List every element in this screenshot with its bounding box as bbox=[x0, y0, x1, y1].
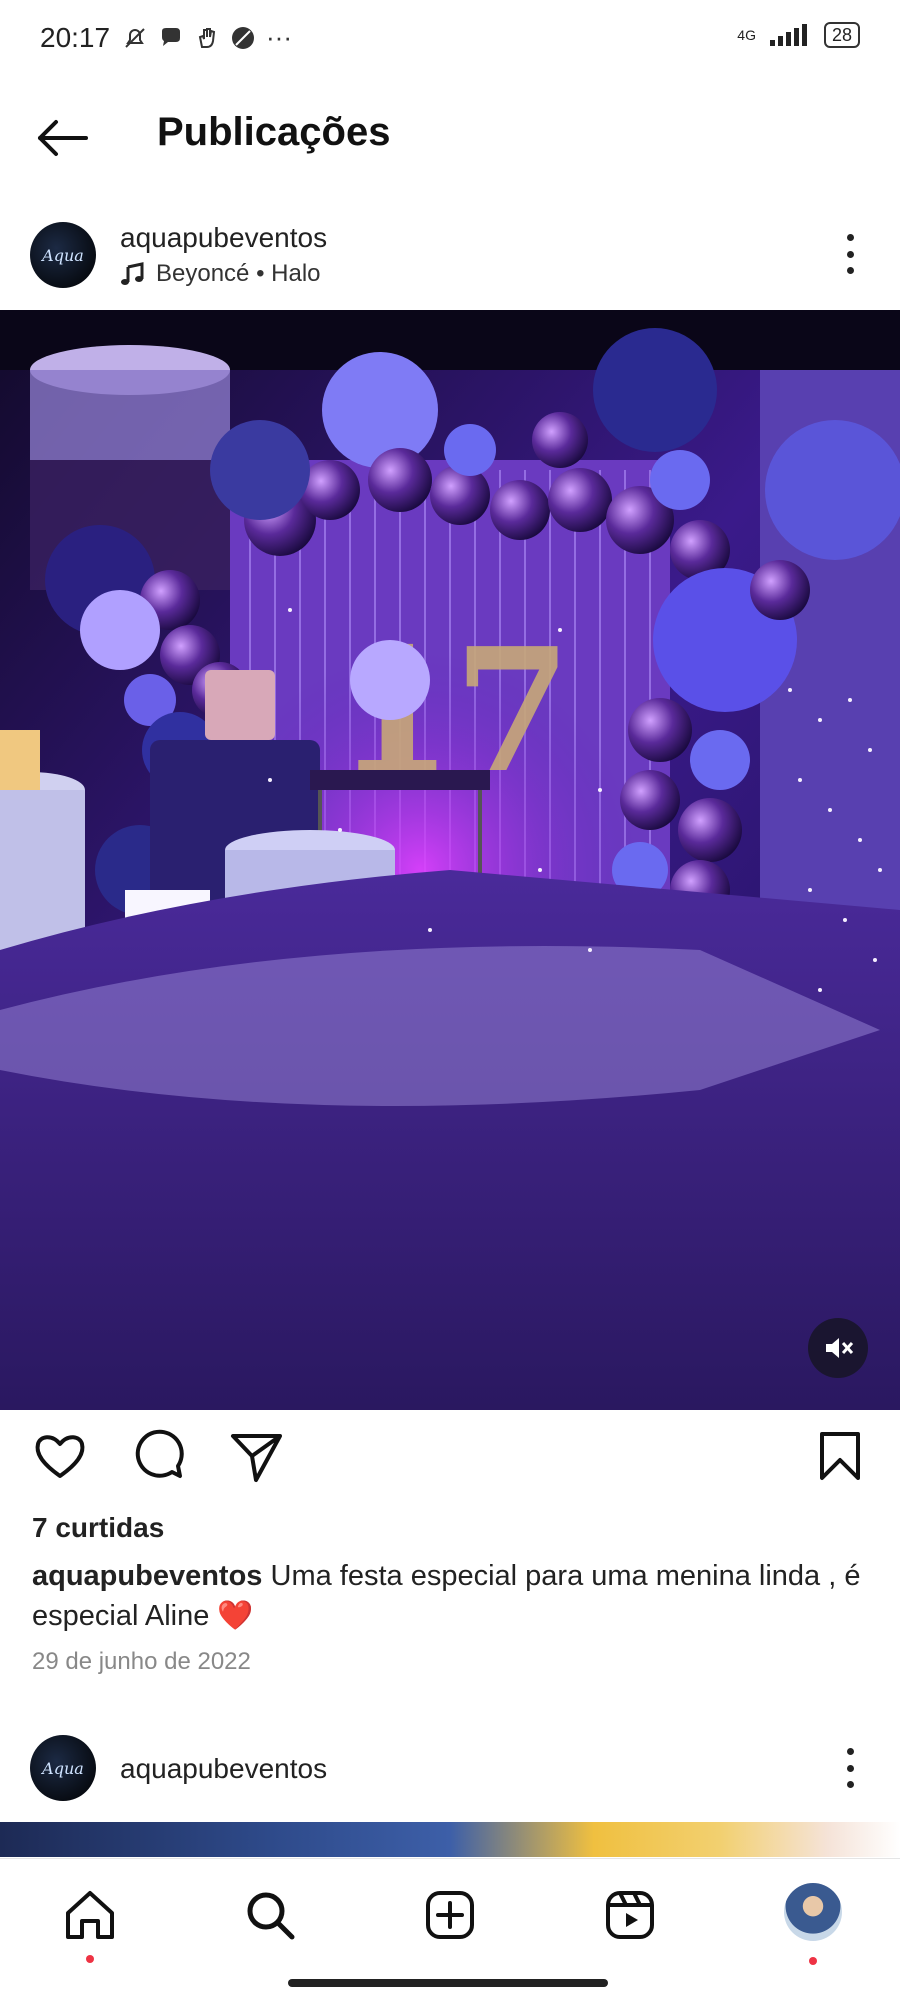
app-circle-icon bbox=[232, 26, 254, 49]
like-count[interactable]: 7 curtidas bbox=[32, 1512, 164, 1544]
profile-notification-dot bbox=[809, 1957, 817, 1965]
kebab-dot bbox=[846, 267, 854, 274]
avatar-logo-text: Aqua bbox=[42, 245, 84, 265]
search-icon[interactable] bbox=[242, 1887, 298, 1943]
status-time: 20:17 bbox=[40, 22, 111, 53]
next-post-image[interactable] bbox=[0, 1822, 900, 1857]
party-decoration-photo: 17 bbox=[0, 310, 900, 1410]
music-label: Beyoncé • Halo bbox=[156, 260, 321, 287]
bell-off-icon bbox=[125, 27, 145, 48]
avatar-logo-text: Aqua bbox=[42, 1758, 84, 1778]
status-right: 4G 28 bbox=[737, 22, 860, 48]
kebab-dot bbox=[846, 234, 854, 241]
caption-username[interactable]: aquapubeventos bbox=[32, 1560, 262, 1592]
network-label: 4G bbox=[737, 27, 756, 43]
profile-avatar[interactable] bbox=[784, 1883, 842, 1941]
battery-indicator: 28 bbox=[823, 22, 860, 48]
kebab-dot bbox=[846, 1781, 854, 1788]
heart-icon[interactable] bbox=[32, 1428, 88, 1484]
status-notification-icons: ··· bbox=[122, 22, 292, 53]
create-icon[interactable] bbox=[422, 1887, 478, 1943]
post-options-button[interactable] bbox=[842, 234, 858, 274]
kebab-dot bbox=[846, 1748, 854, 1755]
signal-icon bbox=[769, 24, 807, 46]
send-icon[interactable] bbox=[228, 1428, 284, 1484]
post-music[interactable]: Beyoncé • Halo bbox=[120, 260, 321, 288]
gesture-bar bbox=[288, 1979, 608, 1987]
bottom-nav bbox=[0, 1858, 900, 2001]
kebab-dot bbox=[846, 250, 854, 258]
arrow-left-icon[interactable] bbox=[34, 118, 90, 158]
reels-icon[interactable] bbox=[602, 1887, 658, 1943]
comment-icon[interactable] bbox=[130, 1428, 186, 1484]
muted-speaker-icon bbox=[826, 1338, 854, 1358]
page-title: Publicações bbox=[157, 110, 391, 154]
next-post-options-button[interactable] bbox=[842, 1748, 858, 1788]
post-caption: aquapubeventos Uma festa especial para u… bbox=[32, 1556, 872, 1636]
avatar[interactable]: Aqua bbox=[30, 1735, 96, 1801]
post-date: 29 de junho de 2022 bbox=[32, 1648, 251, 1675]
post-image[interactable]: 17 bbox=[0, 310, 900, 1410]
bookmark-icon[interactable] bbox=[812, 1428, 868, 1484]
home-icon[interactable] bbox=[62, 1887, 118, 1943]
music-note-icon bbox=[121, 262, 144, 285]
next-post-username[interactable]: aquapubeventos bbox=[120, 1753, 327, 1785]
hand-icon bbox=[198, 27, 216, 48]
avatar[interactable]: Aqua bbox=[30, 222, 96, 288]
chat-bubble-icon bbox=[162, 27, 180, 46]
mute-button[interactable] bbox=[808, 1318, 868, 1378]
post-username[interactable]: aquapubeventos bbox=[120, 222, 327, 254]
home-notification-dot bbox=[86, 1955, 94, 1963]
more-notifications-icon: ··· bbox=[266, 22, 292, 52]
kebab-dot bbox=[846, 1764, 854, 1772]
